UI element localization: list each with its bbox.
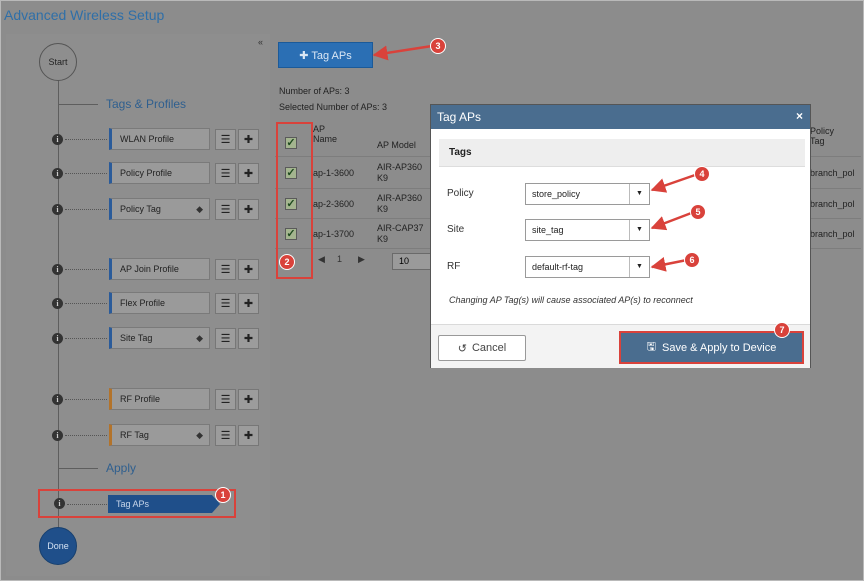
pager-next-icon[interactable]: ▶ <box>358 254 365 265</box>
column-header-ap-model[interactable]: AP Model <box>377 140 416 150</box>
table-cell-policy-tag: branch_pol <box>810 168 855 178</box>
policy-label: Policy <box>447 188 474 199</box>
tag-icon: ◆ <box>196 203 203 214</box>
wlan-profile-item[interactable]: WLAN Profile <box>109 128 210 150</box>
ap-join-profile-item[interactable]: AP Join Profile <box>109 258 210 280</box>
rf-select[interactable]: default-rf-tag ▼ <box>525 256 650 278</box>
add-icon[interactable]: ✚ <box>238 327 259 349</box>
close-icon[interactable]: × <box>796 109 803 123</box>
add-icon[interactable]: ✚ <box>238 258 259 280</box>
page-size-select[interactable]: 10 <box>392 253 432 270</box>
add-icon[interactable]: ✚ <box>238 388 259 410</box>
policy-tag-item[interactable]: Policy Tag ◆ <box>109 198 210 220</box>
list-icon[interactable]: ☰ <box>215 198 236 220</box>
policy-profile-item[interactable]: Policy Profile <box>109 162 210 184</box>
info-icon[interactable]: i <box>52 297 63 309</box>
list-icon[interactable]: ☰ <box>215 327 236 349</box>
rf-tag-item[interactable]: RF Tag ◆ <box>109 424 210 446</box>
chevron-down-icon[interactable]: ▼ <box>629 257 649 277</box>
list-icon[interactable]: ☰ <box>215 388 236 410</box>
undo-icon: ↺ <box>457 342 467 355</box>
annotation-badge-7: 7 <box>774 322 790 338</box>
table-cell-ap-model: AIR-CAP37 K9 <box>377 223 424 244</box>
table-cell-ap-name[interactable]: ap-2-3600 <box>313 199 354 210</box>
dialog-footer: ↺ Cancel 🖫 Save & Apply to Device <box>431 324 810 368</box>
page-title: Advanced Wireless Setup <box>4 7 165 23</box>
wizard-row-rf-tag: i RF Tag ◆ ☰ ✚ <box>52 424 259 446</box>
column-header-policy-tag[interactable]: Policy Tag <box>810 126 840 146</box>
wizard-done-node[interactable]: Done <box>39 527 77 565</box>
tag-aps-item[interactable]: Tag APs <box>108 495 220 513</box>
list-icon[interactable]: ☰ <box>215 162 236 184</box>
wizard-row-tag-aps: i Tag APs <box>38 489 236 518</box>
site-tag-item[interactable]: Site Tag ◆ <box>109 327 210 349</box>
tag-aps-dialog: Tag APs × Tags Policy store_policy ▼ Site… <box>430 104 811 368</box>
info-icon[interactable]: i <box>52 167 63 179</box>
double-chevron-left-icon[interactable]: « <box>258 37 263 47</box>
table-cell-ap-model: AIR-AP360 K9 <box>377 162 423 183</box>
section-tags-profiles: Tags & Profiles <box>58 97 186 111</box>
pager-page-number[interactable]: 1 <box>337 254 342 264</box>
add-icon[interactable]: ✚ <box>238 128 259 150</box>
annotation-badge-6: 6 <box>684 252 700 268</box>
section-apply: Apply <box>58 461 136 475</box>
wizard-row-site-tag: i Site Tag ◆ ☰ ✚ <box>52 327 259 349</box>
tag-icon: ◆ <box>196 332 203 343</box>
rf-profile-item[interactable]: RF Profile <box>109 388 210 410</box>
annotation-badge-2: 2 <box>279 254 295 270</box>
chevron-down-icon[interactable]: ▼ <box>629 220 649 240</box>
list-icon[interactable]: ☰ <box>215 128 236 150</box>
rf-label: RF <box>447 261 461 272</box>
table-cell-policy-tag: branch_pol <box>810 199 855 209</box>
cancel-button[interactable]: ↺ Cancel <box>438 335 526 361</box>
add-icon[interactable]: ✚ <box>238 424 259 446</box>
selected-number-of-aps: Selected Number of APs: 3 <box>279 102 388 112</box>
tags-section-header: Tags <box>439 139 805 167</box>
info-icon[interactable]: i <box>52 263 63 275</box>
list-icon[interactable]: ☰ <box>215 292 236 314</box>
wizard-row-policy-profile: i Policy Profile ☰ ✚ <box>52 162 259 184</box>
list-icon[interactable]: ☰ <box>215 258 236 280</box>
wizard-row-wlan-profile: i WLAN Profile ☰ ✚ <box>52 128 259 150</box>
list-icon[interactable]: ☰ <box>215 424 236 446</box>
dialog-title: Tag APs <box>437 110 482 124</box>
save-icon: 🖫 <box>646 341 657 353</box>
table-cell-ap-name[interactable]: ap-1-3600 <box>313 168 354 179</box>
info-icon[interactable]: i <box>52 133 63 145</box>
site-select[interactable]: site_tag ▼ <box>525 219 650 241</box>
tag-aps-button[interactable]: ✚ Tag APs <box>278 42 373 68</box>
annotation-badge-5: 5 <box>690 204 706 220</box>
info-icon[interactable]: i <box>52 429 63 441</box>
wizard-row-rf-profile: i RF Profile ☰ ✚ <box>52 388 259 410</box>
column-header-ap-name[interactable]: AP Name <box>313 124 341 144</box>
wizard-row-ap-join-profile: i AP Join Profile ☰ ✚ <box>52 258 259 280</box>
annotation-badge-4: 4 <box>694 166 710 182</box>
annotation-badge-3: 3 <box>430 38 446 54</box>
info-icon[interactable]: i <box>52 393 63 405</box>
number-of-aps: Number of APs: 3 <box>279 86 350 96</box>
add-icon[interactable]: ✚ <box>238 198 259 220</box>
dialog-header: Tag APs × <box>431 105 810 129</box>
wizard-row-flex-profile: i Flex Profile ☰ ✚ <box>52 292 259 314</box>
pager-prev-icon[interactable]: ◀ <box>318 254 325 265</box>
chevron-down-icon[interactable]: ▼ <box>629 184 649 204</box>
info-icon[interactable]: i <box>54 498 65 509</box>
table-cell-ap-name[interactable]: ap-1-3700 <box>313 229 354 240</box>
site-label: Site <box>447 224 465 235</box>
table-cell-ap-model: AIR-AP360 K9 <box>377 193 423 214</box>
flex-profile-item[interactable]: Flex Profile <box>109 292 210 314</box>
annotation-badge-1: 1 <box>215 487 231 503</box>
table-cell-policy-tag: branch_pol <box>810 229 855 239</box>
add-icon[interactable]: ✚ <box>238 292 259 314</box>
info-icon[interactable]: i <box>52 203 63 215</box>
tag-icon: ◆ <box>196 429 203 440</box>
policy-select[interactable]: store_policy ▼ <box>525 183 650 205</box>
add-icon[interactable]: ✚ <box>238 162 259 184</box>
reconnect-warning: Changing AP Tag(s) will cause associated… <box>449 295 693 305</box>
wizard-row-policy-tag: i Policy Tag ◆ ☰ ✚ <box>52 198 259 220</box>
info-icon[interactable]: i <box>52 332 63 344</box>
wizard-start-node[interactable]: Start <box>39 43 77 81</box>
